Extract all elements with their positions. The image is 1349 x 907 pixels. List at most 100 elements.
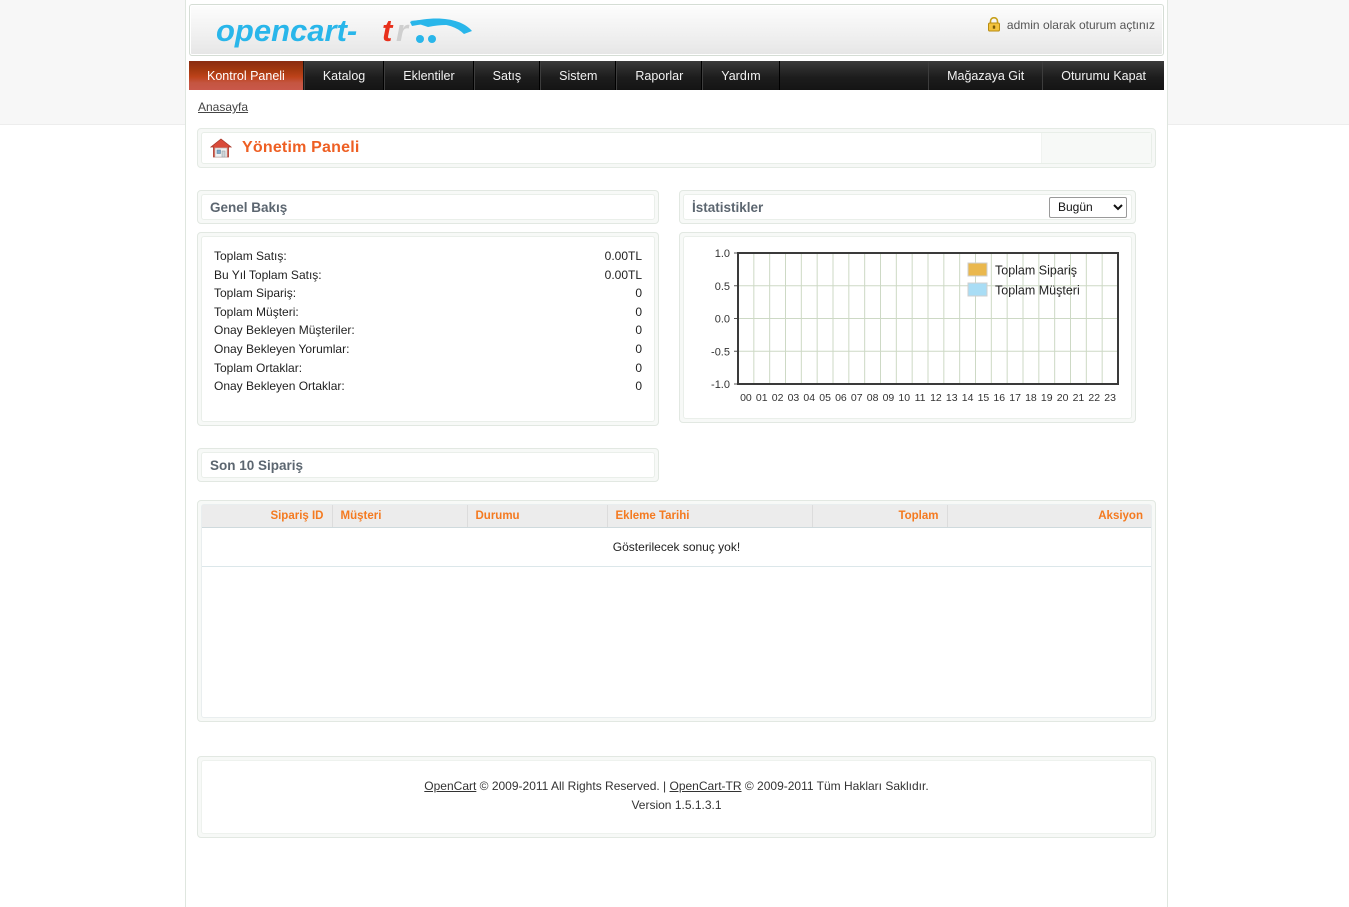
svg-text:1.0: 1.0 [715, 248, 730, 260]
overview-row: Toplam Müşteri: 0 [214, 303, 642, 322]
overview-label: Toplam Sipariş: [214, 284, 296, 303]
orders-col-siparis-id[interactable]: Sipariş ID [202, 505, 332, 528]
svg-text:01: 01 [756, 392, 768, 404]
orders-table-container: Sipariş ID Müşteri Durumu Ekleme Tarihi … [197, 500, 1156, 722]
svg-text:Toplam Müşteri: Toplam Müşteri [995, 284, 1080, 298]
site-header: opencart- t r a [189, 4, 1164, 56]
nav-right-group: Mağazaya Git Oturumu Kapat [928, 61, 1164, 90]
nav-item-kontrol-paneli[interactable]: Kontrol Paneli [189, 61, 304, 90]
footer: OpenCart © 2009-2011 All Rights Reserved… [201, 760, 1152, 834]
nav-label: Sistem [559, 69, 597, 83]
nav-item-oturumu-kapat[interactable]: Oturumu Kapat [1042, 61, 1164, 90]
svg-text:09: 09 [883, 392, 895, 404]
nav-item-sistem[interactable]: Sistem [540, 61, 616, 90]
overview-label: Toplam Ortaklar: [214, 359, 302, 378]
page-title: Yönetim Paneli [242, 139, 360, 157]
svg-text:-1.0: -1.0 [711, 379, 730, 391]
nav-label: Raporlar [635, 69, 683, 83]
main-navigation: Kontrol Paneli Katalog Eklentiler Satış … [189, 61, 1164, 90]
overview-row: Toplam Sipariş: 0 [214, 284, 642, 303]
page-heading-container: Yönetim Paneli [197, 128, 1156, 168]
svg-text:21: 21 [1073, 392, 1085, 404]
nav-label: Katalog [323, 69, 365, 83]
nav-item-magazaya-git[interactable]: Mağazaya Git [928, 61, 1042, 90]
overview-value: 0 [635, 377, 642, 396]
footer-text-1: © 2009-2011 All Rights Reserved. | [476, 779, 669, 793]
overview-title: Genel Bakış [210, 200, 287, 215]
svg-text:10: 10 [898, 392, 910, 404]
overview-value: 0 [635, 359, 642, 378]
nav-item-satis[interactable]: Satış [474, 61, 541, 90]
svg-text:03: 03 [788, 392, 800, 404]
svg-text:18: 18 [1025, 392, 1037, 404]
orders-col-musteri[interactable]: Müşteri [332, 505, 467, 528]
orders-col-ekleme-tarihi[interactable]: Ekleme Tarihi [607, 505, 812, 528]
heading-right-filler [1041, 133, 1151, 163]
footer-link-opencart-tr[interactable]: OpenCart-TR [670, 779, 742, 793]
nav-item-eklentiler[interactable]: Eklentiler [384, 61, 473, 90]
login-status-text: admin olarak oturum açtınız [1007, 18, 1155, 32]
nav-left-group: Kontrol Paneli Katalog Eklentiler Satış … [189, 61, 780, 90]
statistics-chart: 1.00.50.0-0.5-1.000010203040506070809101… [690, 241, 1125, 414]
orders-col-aksiyon: Aksiyon [947, 505, 1151, 528]
overview-panel-body: Toplam Satış: 0.00TL Bu Yıl Toplam Satış… [197, 232, 659, 426]
statistics-panel-title-wrap: İstatistikler Bugün [679, 190, 1136, 224]
svg-text:t: t [382, 13, 394, 48]
svg-text:02: 02 [772, 392, 784, 404]
svg-text:05: 05 [819, 392, 831, 404]
overview-label: Onay Bekleyen Müşteriler: [214, 321, 355, 340]
overview-row: Bu Yıl Toplam Satış: 0.00TL [214, 266, 642, 285]
footer-line-1: OpenCart © 2009-2011 All Rights Reserved… [202, 777, 1151, 796]
nav-item-raporlar[interactable]: Raporlar [616, 61, 702, 90]
orders-table-head: Sipariş ID Müşteri Durumu Ekleme Tarihi … [202, 505, 1151, 528]
nav-label: Eklentiler [403, 69, 454, 83]
overview-value: 0 [635, 284, 642, 303]
breadcrumb-item-anasayfa[interactable]: Anasayfa [198, 100, 248, 114]
svg-text:11: 11 [915, 392, 926, 404]
nav-label: Kontrol Paneli [207, 69, 285, 83]
overview-label: Onay Bekleyen Ortaklar: [214, 377, 345, 396]
svg-text:00: 00 [740, 392, 752, 404]
statistics-column: İstatistikler Bugün 1.0 0.5 0.0 -0.5 -1.0 00 0… [679, 190, 1136, 426]
svg-text:12: 12 [930, 392, 942, 404]
svg-text:14: 14 [962, 392, 974, 404]
statistics-panel-body: 1.00.50.0-0.5-1.000010203040506070809101… [679, 232, 1136, 423]
overview-panel-title-wrap: Genel Bakış [197, 190, 659, 224]
svg-text:0.0: 0.0 [715, 314, 730, 326]
svg-text:08: 08 [867, 392, 879, 404]
overview-row: Toplam Ortaklar: 0 [214, 359, 642, 378]
overview-column: Genel Bakış Toplam Satış: 0.00TL Bu Yıl … [197, 190, 659, 426]
svg-text:06: 06 [835, 392, 847, 404]
orders-title: Son 10 Sipariş [210, 458, 303, 473]
overview-row: Onay Bekleyen Yorumlar: 0 [214, 340, 642, 359]
svg-text:Toplam Sipariş: Toplam Sipariş [995, 264, 1077, 278]
svg-text:15: 15 [978, 392, 990, 404]
nav-label: Satış [493, 69, 522, 83]
overview-row: Toplam Satış: 0.00TL [214, 247, 642, 266]
nav-item-katalog[interactable]: Katalog [304, 61, 384, 90]
footer-version: Version 1.5.1.3.1 [202, 796, 1151, 815]
svg-text:-0.5: -0.5 [711, 346, 730, 358]
statistics-range-select[interactable]: Bugün [1049, 197, 1127, 218]
overview-value: 0 [635, 321, 642, 340]
svg-text:04: 04 [803, 392, 815, 404]
orders-header-row: Sipariş ID Müşteri Durumu Ekleme Tarihi … [202, 505, 1151, 528]
overview-value: 0 [635, 303, 642, 322]
statistics-title: İstatistikler [692, 200, 763, 215]
svg-text:13: 13 [946, 392, 958, 404]
overview-row: Onay Bekleyen Müşteriler: 0 [214, 321, 642, 340]
nav-label: Mağazaya Git [947, 69, 1024, 83]
opencart-tr-logo[interactable]: opencart- t r [214, 9, 504, 53]
overview-label: Bu Yıl Toplam Satış: [214, 266, 322, 285]
orders-col-toplam[interactable]: Toplam [812, 505, 947, 528]
orders-section: Son 10 Sipariş Sipariş ID Müşteri Durumu… [186, 448, 1167, 722]
orders-table: Sipariş ID Müşteri Durumu Ekleme Tarihi … [202, 505, 1151, 567]
nav-label: Oturumu Kapat [1061, 69, 1146, 83]
svg-text:16: 16 [993, 392, 1005, 404]
orders-col-durumu[interactable]: Durumu [467, 505, 607, 528]
footer-link-opencart[interactable]: OpenCart [424, 779, 476, 793]
orders-empty-row: Gösterilecek sonuç yok! [202, 528, 1151, 567]
page-heading: Yönetim Paneli [201, 132, 1152, 164]
svg-text:0.5: 0.5 [715, 281, 730, 293]
nav-item-yardim[interactable]: Yardım [702, 61, 779, 90]
